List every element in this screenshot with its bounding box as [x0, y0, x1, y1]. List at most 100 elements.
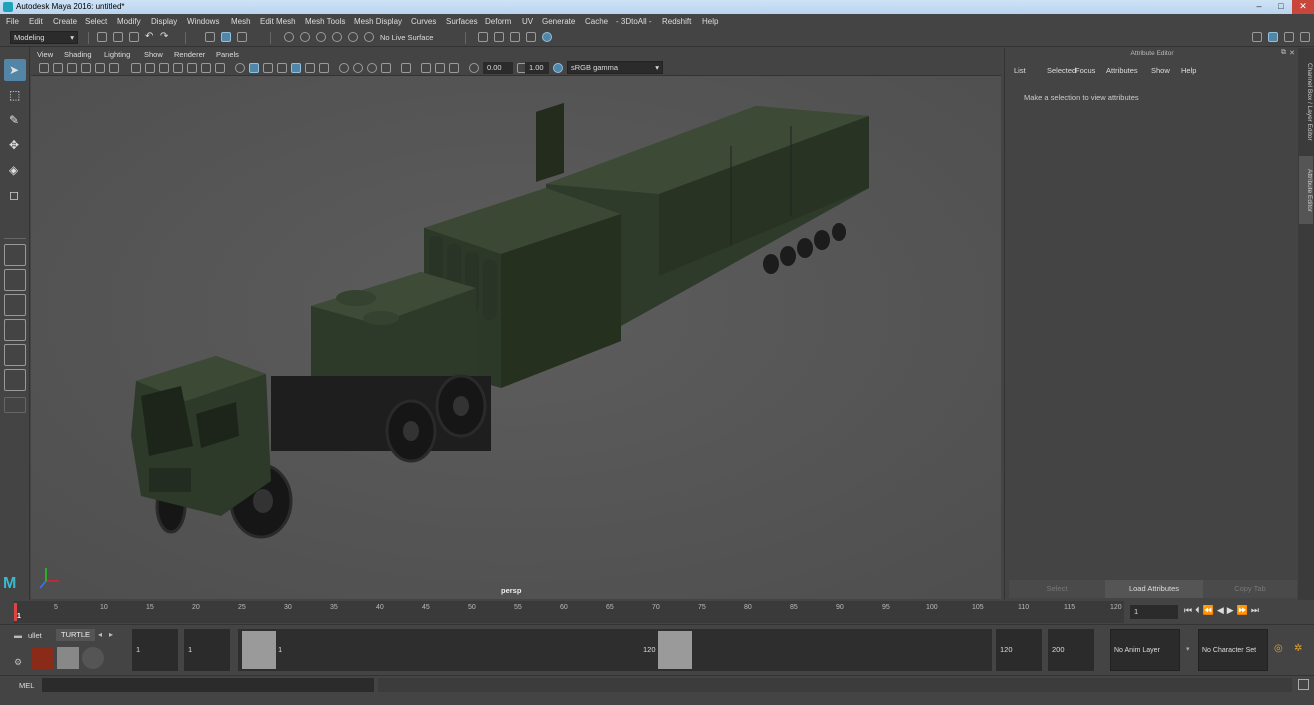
move-tool-icon[interactable]: ✥: [4, 134, 26, 156]
close-panel-icon[interactable]: ✕: [1289, 49, 1295, 57]
shelf-scroll-left-icon[interactable]: ◂: [98, 630, 102, 639]
snap-projected-icon[interactable]: [332, 32, 342, 42]
menu-mesh-tools[interactable]: Mesh Tools: [305, 17, 345, 26]
ipr-render-icon[interactable]: [494, 32, 504, 42]
new-scene-icon[interactable]: [97, 32, 107, 42]
menu-modify[interactable]: Modify: [117, 17, 141, 26]
vp-menu-panels[interactable]: Panels: [216, 50, 239, 59]
menu-curves[interactable]: Curves: [411, 17, 436, 26]
exposure-field[interactable]: 0.00: [483, 62, 513, 74]
make-live-icon[interactable]: [364, 32, 374, 42]
tab-attribute-editor[interactable]: Attribute Editor: [1299, 156, 1313, 224]
tool-settings-icon[interactable]: [1284, 32, 1294, 42]
menu-cache[interactable]: Cache: [585, 17, 608, 26]
auto-key-icon[interactable]: ◎: [1274, 643, 1283, 654]
command-input[interactable]: [42, 678, 374, 692]
ae-copy-tab-button[interactable]: Copy Tab: [1203, 580, 1297, 598]
vp-menu-lighting[interactable]: Lighting: [104, 50, 130, 59]
menu-mesh[interactable]: Mesh: [231, 17, 251, 26]
bookmark-icon[interactable]: [67, 63, 77, 73]
start-time-field[interactable]: 1: [132, 629, 178, 671]
depth-of-field-icon[interactable]: [381, 63, 391, 73]
menu-file[interactable]: File: [6, 17, 19, 26]
gamma-field[interactable]: 1.00: [525, 62, 549, 74]
select-component-icon[interactable]: [237, 32, 247, 42]
shadows-icon[interactable]: [305, 63, 315, 73]
vp-menu-show[interactable]: Show: [144, 50, 163, 59]
menu-redshift[interactable]: Redshift: [662, 17, 691, 26]
menu-select[interactable]: Select: [85, 17, 107, 26]
menu-generate[interactable]: Generate: [542, 17, 575, 26]
gate-mask-icon[interactable]: [173, 63, 183, 73]
shelf-tab-turtle[interactable]: TURTLE: [56, 629, 96, 641]
rotate-tool-icon[interactable]: ◈: [4, 159, 26, 181]
step-back-frame-icon[interactable]: ⏪: [1203, 605, 1217, 615]
vp-menu-view[interactable]: View: [37, 50, 53, 59]
chevron-down-icon[interactable]: ▾: [1186, 645, 1190, 653]
select-hierarchy-icon[interactable]: [205, 32, 215, 42]
ae-menu-selected[interactable]: Selected: [1047, 66, 1076, 75]
antialias-icon[interactable]: [367, 63, 377, 73]
image-plane-icon[interactable]: [81, 63, 91, 73]
grease-pencil-icon[interactable]: [109, 63, 119, 73]
step-back-key-icon[interactable]: ⏴: [1195, 605, 1203, 615]
menu-windows[interactable]: Windows: [187, 17, 219, 26]
menu-deform[interactable]: Deform: [485, 17, 511, 26]
open-scene-icon[interactable]: [113, 32, 123, 42]
select-tool-icon[interactable]: ➤: [4, 59, 26, 81]
grid-icon[interactable]: [131, 63, 141, 73]
playhead[interactable]: [14, 603, 17, 621]
camera-lock-icon[interactable]: [53, 63, 63, 73]
wireframe-icon[interactable]: [235, 63, 245, 73]
ambient-occlusion-icon[interactable]: [339, 63, 349, 73]
vp-menu-renderer[interactable]: Renderer: [174, 50, 205, 59]
menu-create[interactable]: Create: [53, 17, 77, 26]
camera-icon[interactable]: [39, 63, 49, 73]
isolate-select-icon[interactable]: [401, 63, 411, 73]
textured-icon[interactable]: [277, 63, 287, 73]
shelf-tab-bullet[interactable]: ullet: [28, 631, 42, 640]
select-object-icon[interactable]: [221, 32, 231, 42]
persp-outliner-layout-icon[interactable]: [4, 344, 26, 366]
shelf-item-sphere-icon[interactable]: [82, 647, 104, 669]
menu-display[interactable]: Display: [151, 17, 177, 26]
xray-active-icon[interactable]: [435, 63, 445, 73]
use-all-lights-icon[interactable]: [291, 63, 301, 73]
go-to-end-icon[interactable]: ⏭: [1251, 605, 1262, 615]
vp-menu-shading[interactable]: Shading: [64, 50, 92, 59]
resolution-gate-icon[interactable]: [159, 63, 169, 73]
attribute-editor-toggle-icon[interactable]: [1268, 32, 1278, 42]
xray-joints-icon[interactable]: [421, 63, 431, 73]
render-view-icon[interactable]: [542, 32, 552, 42]
film-gate-icon[interactable]: [145, 63, 155, 73]
anim-prefs-icon[interactable]: ✲: [1294, 643, 1302, 654]
ae-menu-help[interactable]: Help: [1181, 66, 1196, 75]
persp-graph-layout-icon[interactable]: [4, 319, 26, 341]
safe-title-icon[interactable]: [215, 63, 225, 73]
live-surface-label[interactable]: No Live Surface: [380, 33, 433, 42]
menu-edit-mesh[interactable]: Edit Mesh: [260, 17, 296, 26]
smooth-shade-icon[interactable]: [249, 63, 259, 73]
shelf-item-rocket-icon[interactable]: [32, 647, 54, 669]
ae-menu-list[interactable]: List: [1014, 66, 1026, 75]
snap-point-icon[interactable]: [316, 32, 326, 42]
motion-blur-icon[interactable]: [353, 63, 363, 73]
shelf-item-material-icon[interactable]: [57, 647, 79, 669]
single-perspective-layout-icon[interactable]: [4, 244, 26, 266]
save-scene-icon[interactable]: [129, 32, 139, 42]
playback-start-field[interactable]: 1: [184, 629, 230, 671]
shelf-menu-icon[interactable]: ▬: [14, 631, 22, 640]
minimize-icon[interactable]: –: [1248, 0, 1270, 14]
menu-edit[interactable]: Edit: [29, 17, 43, 26]
snap-grid-icon[interactable]: [284, 32, 294, 42]
play-backward-icon[interactable]: ◀: [1217, 605, 1227, 615]
safe-action-icon[interactable]: [201, 63, 211, 73]
tab-channel-box[interactable]: Channel Box / Layer Editor: [1299, 54, 1313, 150]
render-icon[interactable]: [478, 32, 488, 42]
ae-menu-show[interactable]: Show: [1151, 66, 1170, 75]
lasso-tool-icon[interactable]: ⬚: [4, 84, 26, 106]
render-settings-icon[interactable]: [510, 32, 520, 42]
snap-curve-icon[interactable]: [300, 32, 310, 42]
custom-layout-icon[interactable]: [4, 369, 26, 391]
menu-help[interactable]: Help: [702, 17, 718, 26]
